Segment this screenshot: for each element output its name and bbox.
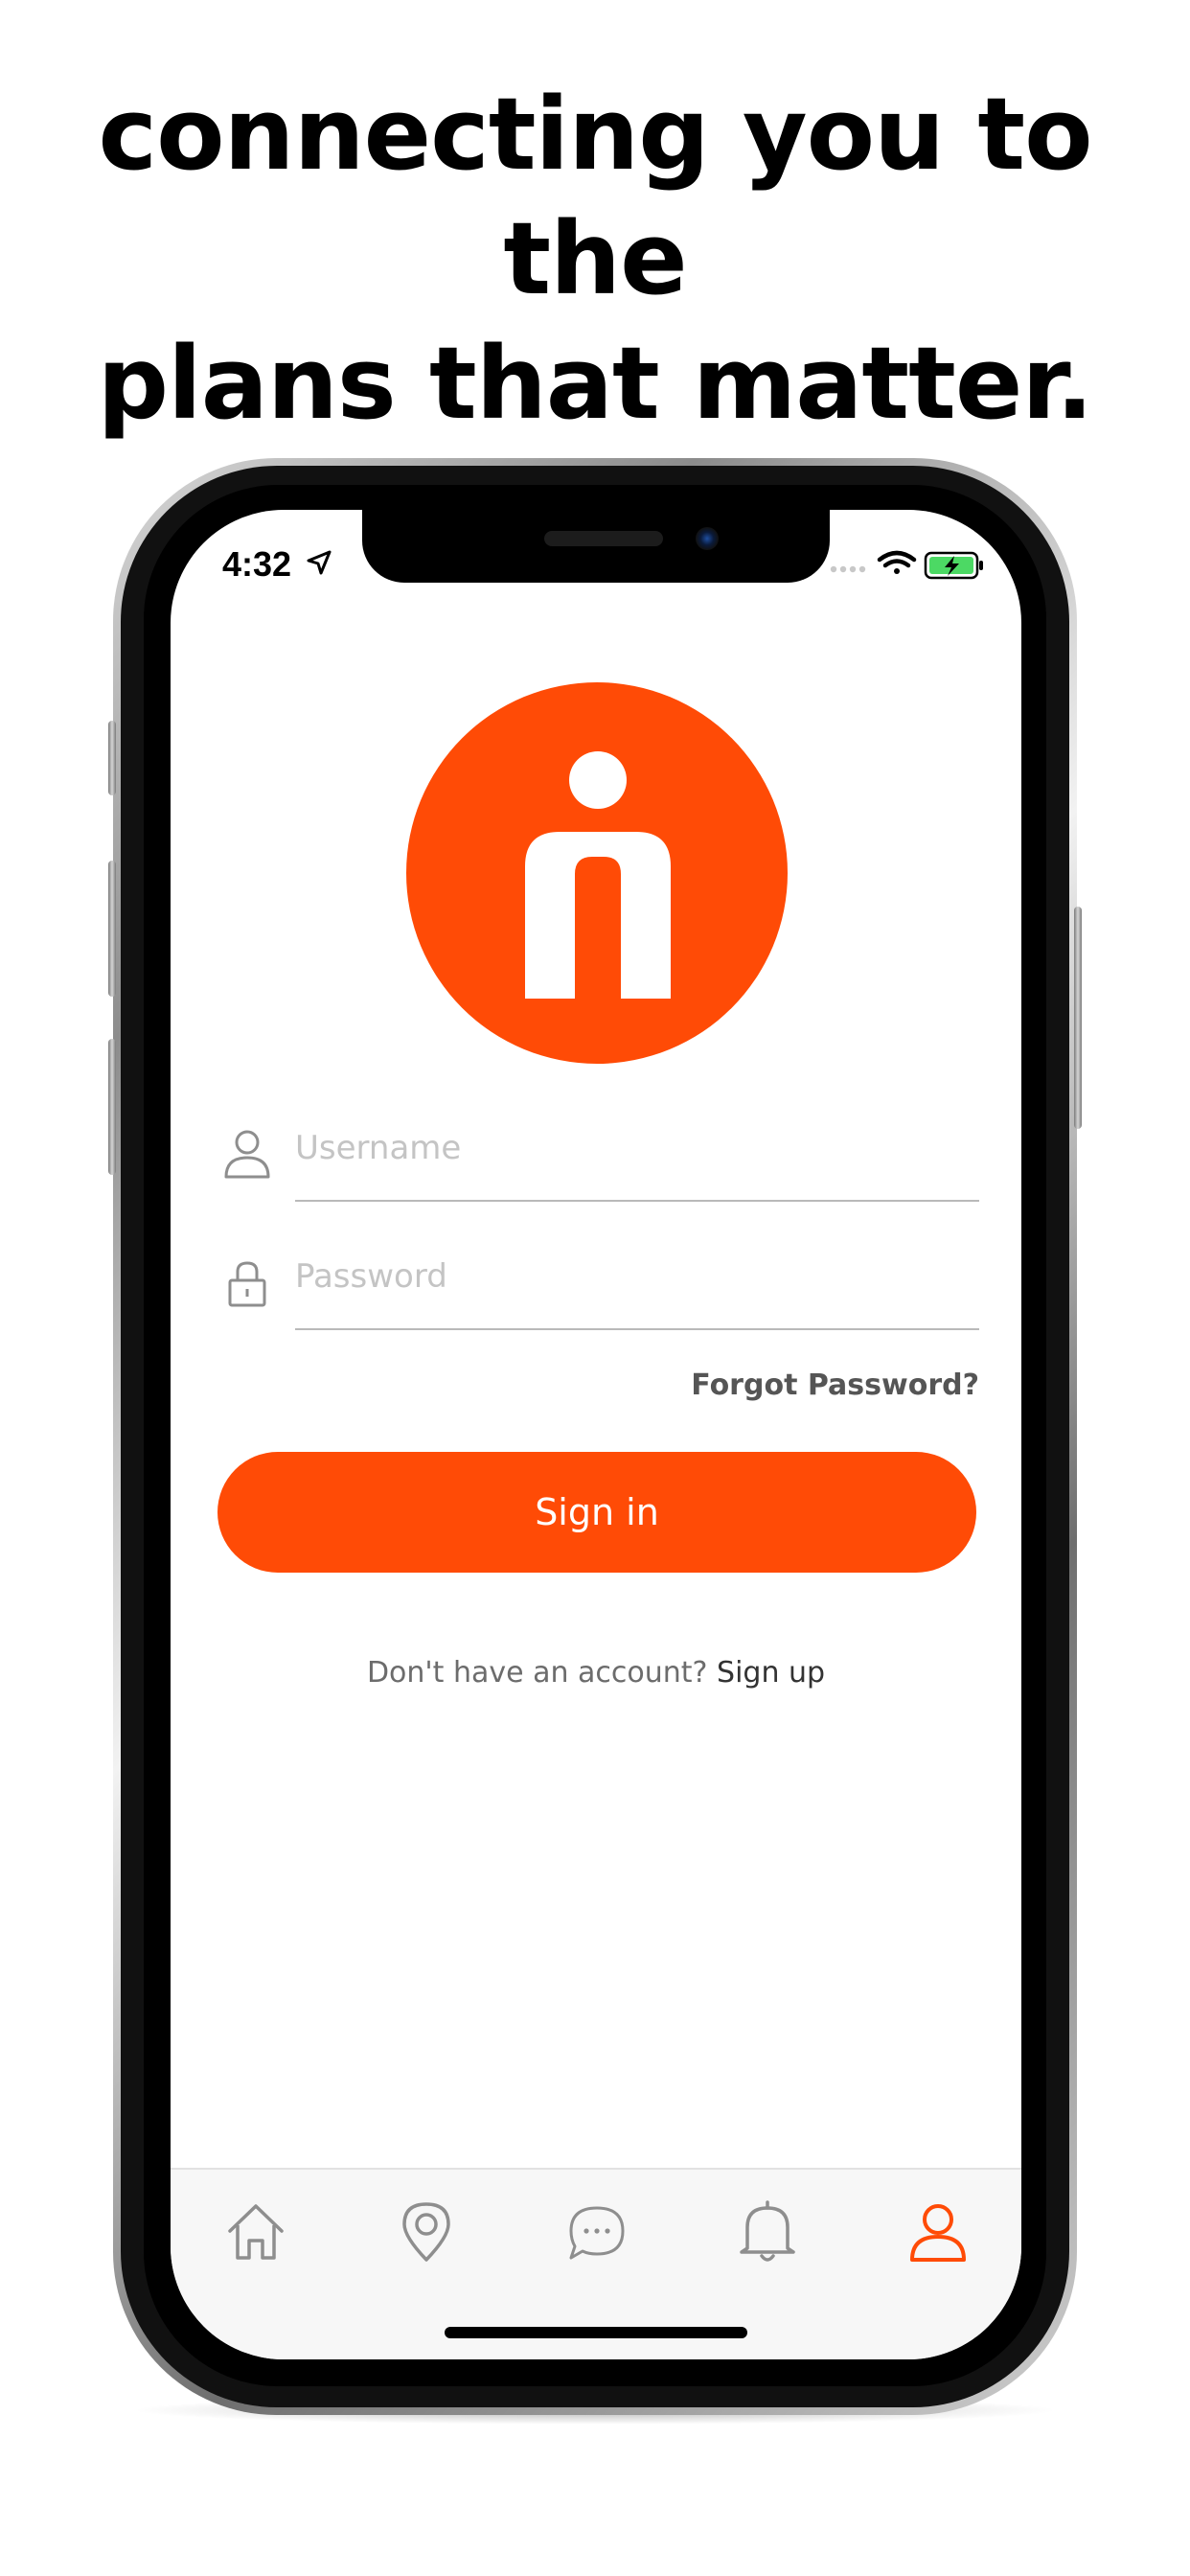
password-underline: [295, 1328, 979, 1330]
volume-up-button: [108, 861, 116, 997]
sign-up-link[interactable]: Sign up: [717, 1656, 825, 1690]
volume-down-button: [108, 1039, 116, 1175]
status-time: 4:32: [222, 544, 292, 584]
phone-screen: 4:32 Username Password Forgot Password? …: [171, 510, 1021, 2359]
battery-icon: [924, 551, 983, 580]
wifi-icon: [877, 550, 917, 574]
forgot-password-link[interactable]: Forgot Password?: [691, 1368, 979, 1402]
signup-prompt: Don't have an account? Sign up: [171, 1656, 1021, 1690]
password-input[interactable]: Password: [295, 1257, 447, 1296]
bell-icon[interactable]: [734, 2198, 801, 2266]
user-icon: [224, 1130, 270, 1179]
app-logo: [406, 682, 788, 1064]
home-indicator: [445, 2327, 747, 2338]
marketing-headline: connecting you to the plans that matter.: [0, 72, 1190, 446]
mute-switch: [108, 721, 116, 795]
notch: [362, 510, 830, 583]
person-icon[interactable]: [904, 2198, 972, 2266]
chat-bubble-icon[interactable]: [563, 2198, 630, 2266]
no-account-text: Don't have an account?: [366, 1656, 708, 1690]
status-indicators: [830, 550, 983, 580]
lock-icon: [228, 1261, 266, 1307]
speaker: [544, 531, 663, 546]
location-arrow-icon: [307, 550, 332, 575]
sign-in-button[interactable]: Sign in: [217, 1452, 976, 1573]
front-camera: [696, 527, 719, 550]
sign-in-label: Sign in: [535, 1491, 659, 1533]
username-input[interactable]: Username: [295, 1129, 461, 1167]
location-pin-icon[interactable]: [393, 2198, 460, 2266]
headline-line-2: plans that matter.: [97, 325, 1094, 442]
username-underline: [295, 1200, 979, 1202]
username-field[interactable]: Username: [222, 1116, 979, 1211]
headline-line-1: connecting you to the: [98, 76, 1092, 317]
power-button: [1074, 907, 1082, 1129]
signal-dots-icon: [830, 565, 866, 573]
home-icon[interactable]: [222, 2198, 289, 2266]
password-field[interactable]: Password: [222, 1244, 979, 1340]
